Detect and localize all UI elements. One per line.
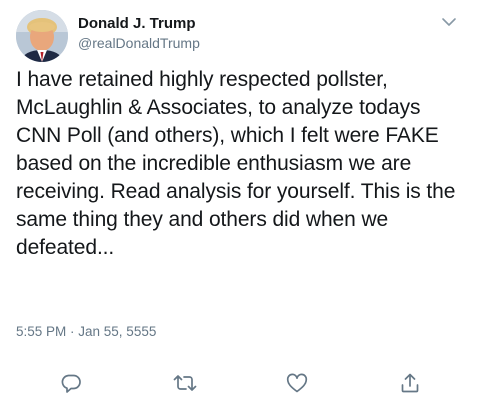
reply-button[interactable]: [56, 368, 86, 398]
avatar[interactable]: [16, 10, 68, 62]
tweet-text: I have retained highly respected pollste…: [16, 68, 456, 259]
display-name[interactable]: Donald J. Trump: [78, 15, 196, 32]
tweet-card: Donald J. Trump @realDonaldTrump I have …: [0, 0, 480, 410]
retweet-button[interactable]: [170, 368, 200, 398]
user-handle[interactable]: @realDonaldTrump: [78, 35, 200, 51]
chevron-down-icon[interactable]: [439, 14, 459, 30]
reply-icon: [61, 374, 81, 393]
tweet-actions: [0, 368, 480, 402]
retweet-icon: [173, 375, 197, 391]
profile-photo-icon: [16, 10, 68, 62]
heart-icon: [286, 373, 308, 393]
share-icon: [401, 373, 419, 393]
share-button[interactable]: [395, 368, 425, 398]
tweet-timestamp[interactable]: 5:55 PM · Jan 55, 5555: [16, 324, 156, 339]
like-button[interactable]: [282, 368, 312, 398]
